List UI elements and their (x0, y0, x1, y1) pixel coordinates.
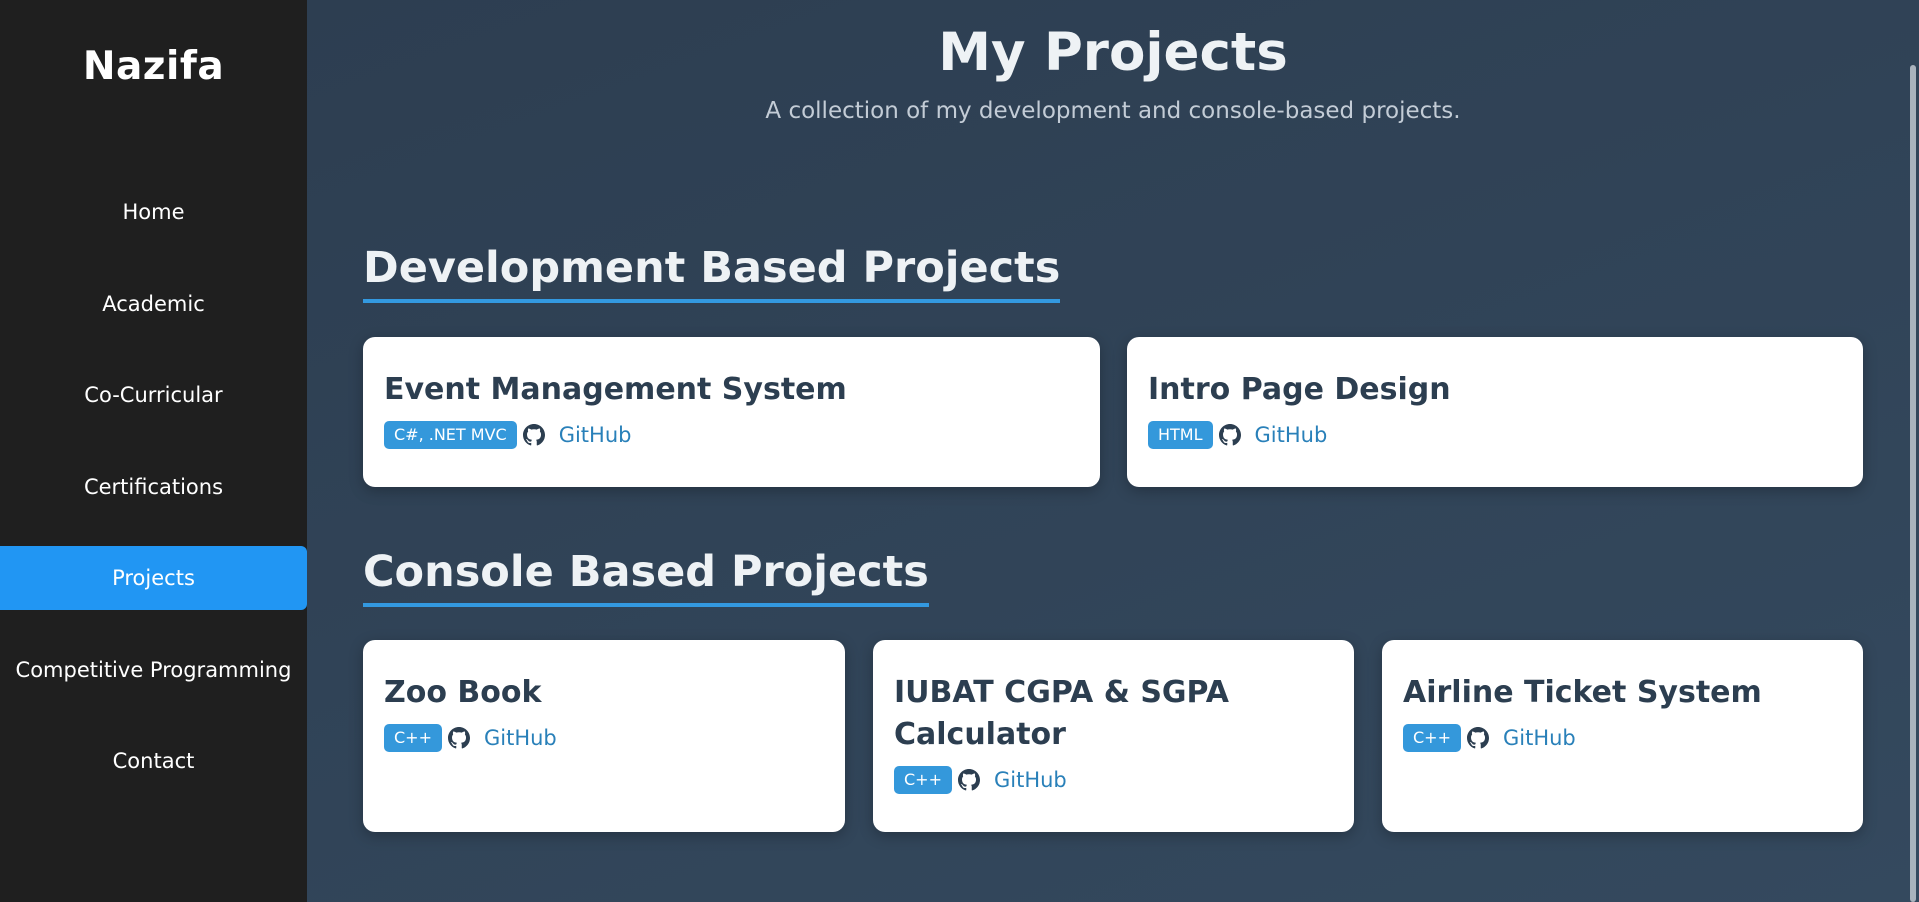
project-meta: C++ GitHub (1403, 724, 1843, 752)
project-meta: C#, .NET MVC GitHub (384, 421, 1080, 449)
vertical-scrollbar[interactable] (1910, 65, 1916, 902)
main-content: My Projects A collection of my developme… (307, 0, 1919, 902)
project-card: Intro Page Design HTML GitHub (1127, 337, 1863, 487)
sidebar-item-certifications[interactable]: Certifications (0, 455, 307, 519)
tech-badge: C#, .NET MVC (384, 421, 517, 449)
project-title: Intro Page Design (1148, 372, 1451, 407)
tech-badge: C++ (894, 766, 952, 794)
section-title-console: Console Based Projects (363, 547, 929, 607)
project-title: Event Management System (384, 372, 847, 407)
project-card: Zoo Book C++ GitHub (363, 640, 845, 832)
sidebar: Nazifa Home Academic Co-Curricular Certi… (0, 0, 307, 902)
tech-badge: HTML (1148, 421, 1213, 449)
github-icon (1218, 424, 1241, 446)
sidebar-item-projects[interactable]: Projects (0, 546, 307, 610)
sidebar-item-co-curricular[interactable]: Co-Curricular (0, 363, 307, 427)
github-icon (522, 424, 545, 446)
github-icon (447, 727, 470, 749)
project-card: Event Management System C#, .NET MVC Git… (363, 337, 1100, 487)
github-link[interactable]: GitHub (484, 726, 557, 750)
tech-badge: C++ (384, 724, 442, 752)
github-link[interactable]: GitHub (559, 423, 632, 447)
project-meta: C++ GitHub (384, 724, 825, 752)
project-title: Airline Ticket System (1403, 675, 1762, 710)
project-meta: HTML GitHub (1148, 421, 1843, 449)
section-title-development: Development Based Projects (363, 243, 1061, 303)
sidebar-item-contact[interactable]: Contact (0, 729, 307, 793)
github-link[interactable]: GitHub (1503, 726, 1576, 750)
page-title: My Projects (938, 22, 1288, 83)
project-title: Zoo Book (384, 675, 542, 710)
github-link[interactable]: GitHub (994, 768, 1067, 792)
sidebar-item-home[interactable]: Home (0, 180, 307, 244)
tech-badge: C++ (1403, 724, 1461, 752)
project-card: IUBAT CGPA & SGPA Calculator C++ GitHub (873, 640, 1354, 832)
sidebar-item-competitive-programming[interactable]: Competitive Programming (0, 638, 307, 702)
project-title: IUBAT CGPA & SGPA Calculator (894, 675, 1230, 752)
brand-name[interactable]: Nazifa (0, 44, 307, 89)
project-meta: C++ GitHub (894, 766, 1334, 794)
github-link[interactable]: GitHub (1255, 423, 1328, 447)
project-card: Airline Ticket System C++ GitHub (1382, 640, 1863, 832)
sidebar-item-academic[interactable]: Academic (0, 272, 307, 336)
sidebar-nav: Home Academic Co-Curricular Certificatio… (0, 180, 307, 821)
github-icon (1466, 727, 1489, 749)
github-icon (957, 769, 980, 791)
page-subtitle: A collection of my development and conso… (765, 98, 1461, 124)
